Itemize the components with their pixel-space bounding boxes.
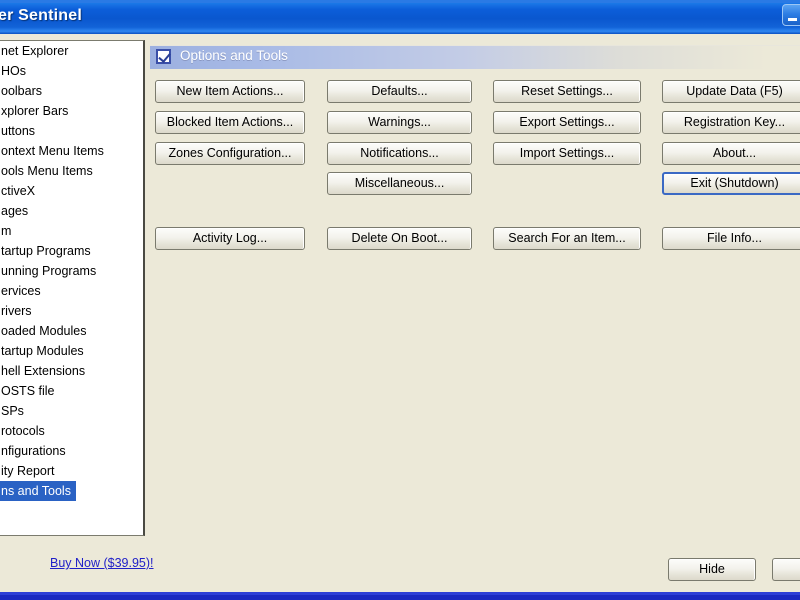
checkbox-checked-icon: [156, 49, 171, 64]
minimize-icon: [788, 18, 797, 21]
defaults-button[interactable]: Defaults...: [327, 80, 472, 103]
registration-key-button[interactable]: Registration Key...: [662, 111, 800, 134]
sidebar-item[interactable]: ools Menu Items: [0, 161, 143, 181]
blocked-item-actions-button[interactable]: Blocked Item Actions...: [155, 111, 305, 134]
about-button[interactable]: About...: [662, 142, 800, 165]
sidebar-item[interactable]: ity Report: [0, 461, 143, 481]
notifications-button[interactable]: Notifications...: [327, 142, 472, 165]
sidebar-item[interactable]: OSTS file: [0, 381, 143, 401]
window-title: er Sentinel: [0, 7, 83, 24]
application-window: er Sentinel net Explorer HOs oolbars xplore…: [0, 0, 800, 600]
sidebar-list[interactable]: net Explorer HOs oolbars xplorer Bars uttons…: [0, 40, 145, 536]
activity-log-button[interactable]: Activity Log...: [155, 227, 305, 250]
sidebar-item[interactable]: ontext Menu Items: [0, 141, 143, 161]
sidebar-item[interactable]: xplorer Bars: [0, 101, 143, 121]
sidebar-item[interactable]: rotocols: [0, 421, 143, 441]
title-bar[interactable]: er Sentinel: [0, 0, 800, 34]
minimize-button[interactable]: [782, 4, 800, 26]
sidebar-item[interactable]: ages: [0, 201, 143, 221]
import-settings-button[interactable]: Import Settings...: [493, 142, 641, 165]
delete-on-boot-button[interactable]: Delete On Boot...: [327, 227, 472, 250]
window-bottom-edge-highlight: [0, 592, 800, 595]
sidebar-item[interactable]: m: [0, 221, 143, 241]
clipped-footer-button[interactable]: [772, 558, 800, 581]
page-title: Options and Tools: [180, 48, 288, 63]
sidebar-item[interactable]: oaded Modules: [0, 321, 143, 341]
window-bottom-edge: [0, 592, 800, 600]
exit-shutdown-button[interactable]: Exit (Shutdown): [662, 172, 800, 195]
sidebar-item[interactable]: hell Extensions: [0, 361, 143, 381]
sidebar-item[interactable]: ervices: [0, 281, 143, 301]
buy-now-link[interactable]: Buy Now ($39.95)!: [50, 556, 154, 570]
sidebar-item[interactable]: net Explorer: [0, 41, 143, 61]
title-bar-highlight: [0, 0, 800, 3]
hide-button[interactable]: Hide: [668, 558, 756, 581]
sidebar-item[interactable]: rivers: [0, 301, 143, 321]
warnings-button[interactable]: Warnings...: [327, 111, 472, 134]
search-for-an-item-button[interactable]: Search For an Item...: [493, 227, 641, 250]
new-item-actions-button[interactable]: New Item Actions...: [155, 80, 305, 103]
sidebar-item[interactable]: SPs: [0, 401, 143, 421]
export-settings-button[interactable]: Export Settings...: [493, 111, 641, 134]
section-header: Options and Tools: [150, 45, 800, 69]
sidebar-item[interactable]: tartup Programs: [0, 241, 143, 261]
sidebar-item[interactable]: ns and Tools: [0, 481, 76, 501]
sidebar-item[interactable]: unning Programs: [0, 261, 143, 281]
miscellaneous-button[interactable]: Miscellaneous...: [327, 172, 472, 195]
sidebar-item[interactable]: HOs: [0, 61, 143, 81]
sidebar-item[interactable]: nfigurations: [0, 441, 143, 461]
file-info-button[interactable]: File Info...: [662, 227, 800, 250]
reset-settings-button[interactable]: Reset Settings...: [493, 80, 641, 103]
update-data-button[interactable]: Update Data (F5): [662, 80, 800, 103]
sidebar-item[interactable]: ctiveX: [0, 181, 143, 201]
section-header-top-edge: [150, 45, 800, 46]
sidebar-item[interactable]: uttons: [0, 121, 143, 141]
main-content-panel: Options and Tools New Item Actions... Bl…: [150, 40, 800, 536]
zones-configuration-button[interactable]: Zones Configuration...: [155, 142, 305, 165]
sidebar-item[interactable]: tartup Modules: [0, 341, 143, 361]
sidebar-item[interactable]: oolbars: [0, 81, 143, 101]
